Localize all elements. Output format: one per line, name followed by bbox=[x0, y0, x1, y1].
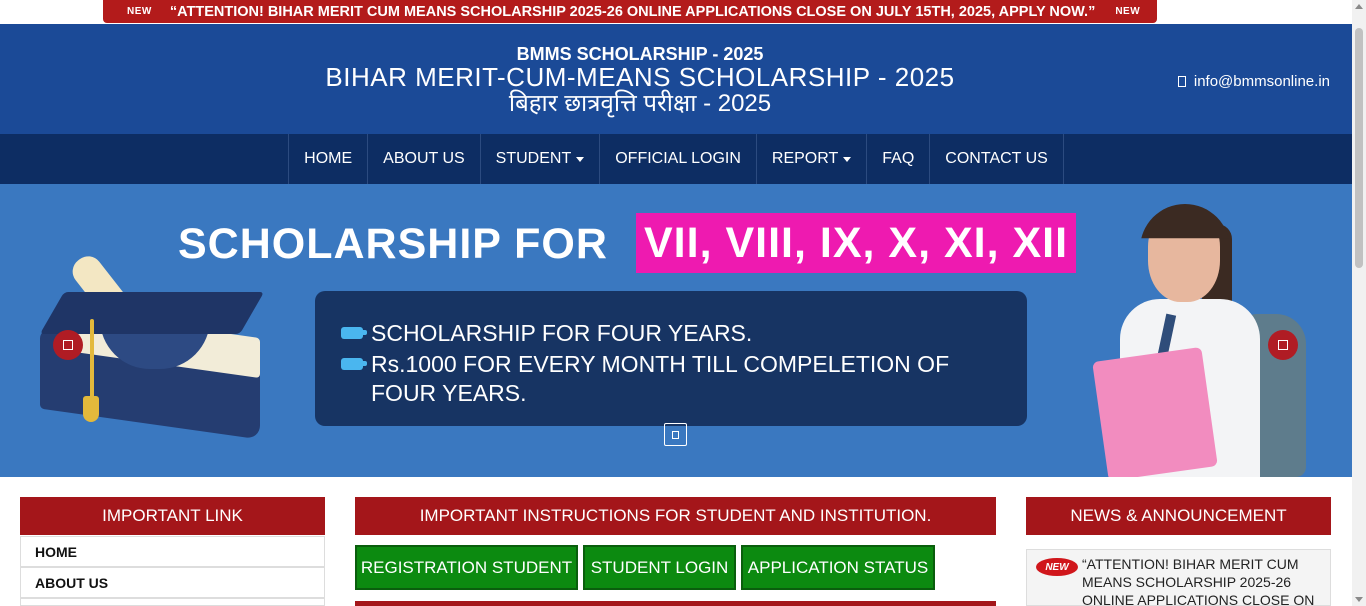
site-header: BMMS SCHOLARSHIP - 2025 BIHAR MERIT-CUM-… bbox=[0, 24, 1352, 134]
link-item-home[interactable]: HOME bbox=[20, 536, 325, 567]
instructions-heading: IMPORTANT INSTRUCTIONS FOR STUDENT AND I… bbox=[355, 497, 996, 535]
hero-carousel: SCHOLARSHIP FOR VII, VIII, IX, X, XI, XI… bbox=[0, 184, 1352, 477]
new-tag: NEW bbox=[1115, 6, 1141, 17]
caret-down-icon bbox=[843, 156, 852, 162]
student-login-button[interactable]: STUDENT LOGIN bbox=[583, 545, 736, 590]
important-link-heading-text: IMPORTANT LINK bbox=[102, 506, 243, 525]
news-heading-text: NEWS & ANNOUNCEMENT bbox=[1070, 506, 1287, 525]
nav-about[interactable]: ABOUT US bbox=[367, 134, 480, 184]
banner-line-text: SCHOLARSHIP FOR FOUR YEARS. bbox=[371, 320, 753, 346]
important-link-heading: IMPORTANT LINK bbox=[20, 497, 325, 535]
page: NEW “ATTENTION! BIHAR MERIT CUM MEANS SC… bbox=[0, 0, 1366, 606]
carousel-next-button[interactable] bbox=[1268, 330, 1298, 360]
nav-home[interactable]: HOME bbox=[288, 134, 367, 184]
instructions-heading-text: IMPORTANT INSTRUCTIONS FOR STUDENT AND I… bbox=[419, 506, 932, 525]
caret-down-icon bbox=[576, 156, 585, 162]
nav-report-label: REPORT bbox=[771, 150, 839, 167]
nav-about-label: ABOUT US bbox=[383, 150, 465, 167]
banner-classes-highlight: VII, VIII, IX, X, XI, XII bbox=[636, 213, 1077, 273]
link-item-about[interactable]: ABOUT US bbox=[20, 567, 325, 598]
main-nav: HOME ABOUT US STUDENT OFFICIAL LOGIN REP… bbox=[0, 134, 1352, 184]
page-scrollbar[interactable] bbox=[1352, 0, 1366, 606]
application-status-label: APPLICATION STATUS bbox=[747, 557, 929, 577]
new-tag: NEW bbox=[127, 6, 152, 17]
nav-report[interactable]: REPORT bbox=[755, 134, 866, 184]
carousel-prev-button[interactable] bbox=[53, 330, 83, 360]
pink-book-illustration bbox=[1092, 346, 1218, 477]
announcement-ticker[interactable]: NEW “ATTENTION! BIHAR MERIT CUM MEANS SC… bbox=[103, 0, 1157, 23]
link-item-next[interactable] bbox=[20, 598, 325, 606]
banner-info-box: SCHOLARSHIP FOR FOUR YEARS. Rs.1000 FOR … bbox=[315, 291, 1027, 426]
pointing-hand-icon bbox=[341, 327, 367, 339]
nav-student-label: STUDENT bbox=[495, 150, 572, 167]
scroll-down-icon[interactable] bbox=[1355, 597, 1363, 602]
nav-faq-label: FAQ bbox=[882, 150, 915, 167]
email-link[interactable]: info@bmmsonline.in bbox=[1177, 73, 1330, 90]
next-section-heading bbox=[355, 601, 996, 606]
graduation-cap-top bbox=[39, 292, 265, 334]
link-item-label: HOME bbox=[35, 543, 77, 560]
nav-home-label: HOME bbox=[304, 150, 353, 167]
nav-contact[interactable]: CONTACT US bbox=[929, 134, 1064, 184]
tassel-end bbox=[83, 396, 99, 422]
indicator-icon bbox=[672, 430, 679, 439]
news-item[interactable]: “ATTENTION! BIHAR MERIT CUM MEANS SCHOLA… bbox=[1082, 555, 1320, 605]
tassel-illustration bbox=[90, 319, 94, 399]
ticker-text: “ATTENTION! BIHAR MERIT CUM MEANS SCHOLA… bbox=[169, 3, 1096, 20]
pointing-hand-icon bbox=[341, 358, 367, 370]
nav-faq[interactable]: FAQ bbox=[866, 134, 929, 184]
nav-official-login[interactable]: OFFICIAL LOGIN bbox=[599, 134, 756, 184]
registration-student-button[interactable]: REGISTRATION STUDENT bbox=[355, 545, 578, 590]
banner-title: SCHOLARSHIP FOR bbox=[178, 220, 608, 268]
application-status-button[interactable]: APPLICATION STATUS bbox=[741, 545, 935, 590]
link-item-label: ABOUT US bbox=[35, 574, 109, 591]
banner-line: SCHOLARSHIP FOR FOUR YEARS. bbox=[341, 319, 1027, 348]
chevron-right-icon bbox=[1278, 340, 1288, 350]
nav-student[interactable]: STUDENT bbox=[479, 134, 600, 184]
scroll-up-icon[interactable] bbox=[1355, 4, 1363, 9]
scrollbar-thumb[interactable] bbox=[1355, 28, 1363, 268]
chevron-left-icon bbox=[63, 340, 73, 350]
registration-button-label: REGISTRATION STUDENT bbox=[360, 557, 573, 577]
nav-contact-label: CONTACT US bbox=[945, 150, 1048, 167]
nav-official-login-label: OFFICIAL LOGIN bbox=[615, 150, 741, 167]
header-hindi-title: बिहार छात्रवृत्ति परीक्षा - 2025 bbox=[508, 90, 772, 117]
student-login-label: STUDENT LOGIN bbox=[590, 557, 729, 577]
banner-line: Rs.1000 FOR EVERY MONTH TILL COMPELETION… bbox=[341, 350, 1027, 408]
envelope-icon bbox=[1177, 76, 1186, 87]
news-list: NEW “ATTENTION! BIHAR MERIT CUM MEANS SC… bbox=[1026, 549, 1331, 606]
banner-line-text: Rs.1000 FOR EVERY MONTH TILL COMPELETION… bbox=[371, 351, 950, 406]
carousel-indicator[interactable] bbox=[664, 423, 687, 446]
email-text: info@bmmsonline.in bbox=[1193, 73, 1330, 90]
new-badge-icon: NEW bbox=[1036, 558, 1078, 576]
news-heading: NEWS & ANNOUNCEMENT bbox=[1026, 497, 1331, 535]
